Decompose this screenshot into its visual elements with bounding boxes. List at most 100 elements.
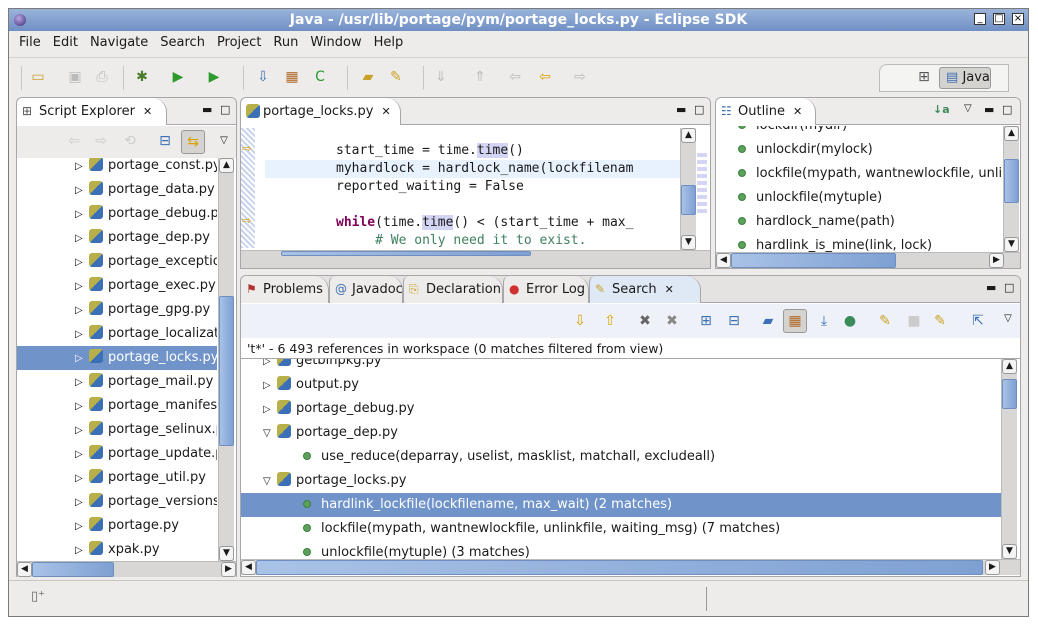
scroll-right-icon[interactable]: ▶	[985, 560, 1000, 575]
up-icon[interactable]: ⟲	[121, 132, 139, 150]
expand-triangle-icon[interactable]: ▷	[75, 467, 89, 491]
expand-triangle-icon[interactable]: ▷	[75, 179, 89, 203]
editor-vertical-scrollbar[interactable]: ▲ ▼	[680, 128, 696, 250]
close-window-button[interactable]: ×	[1012, 13, 1024, 25]
minimize-icon[interactable]: ▬	[202, 103, 212, 116]
tree-item[interactable]: ▷ portage_gpg.py	[17, 298, 217, 322]
outline-item[interactable]: lockdir(mydir)	[738, 126, 847, 138]
previous-annotation-icon[interactable]: ⇑	[471, 68, 489, 86]
tab-outline[interactable]: ☷ Outline ✕	[716, 98, 816, 125]
search-result-row[interactable]: ▷ portage_debug.py	[241, 397, 1001, 421]
expand-triangle-icon[interactable]: ▷	[75, 419, 89, 443]
open-type-icon[interactable]: ▰	[359, 68, 377, 86]
expand-triangle-icon[interactable]: ▷	[263, 398, 277, 422]
outline-item[interactable]: unlockdir(mylock)	[738, 138, 873, 162]
fast-view-icon[interactable]: ▯⁺	[31, 589, 45, 604]
scroll-thumb[interactable]	[1004, 159, 1019, 203]
scroll-left-icon[interactable]: ◀	[716, 253, 731, 268]
expand-triangle-icon[interactable]: ▷	[75, 275, 89, 299]
forward-icon[interactable]: ⇨	[92, 132, 110, 150]
view-menu-icon[interactable]: ▽	[999, 310, 1017, 328]
expand-triangle-icon[interactable]: ▷	[75, 371, 89, 395]
expand-triangle-icon[interactable]: ▷	[75, 395, 89, 419]
debug-icon[interactable]: ✱	[133, 68, 151, 86]
search-horizontal-scrollbar[interactable]: ◀ ▶	[241, 559, 1020, 575]
expand-triangle-icon[interactable]: ▷	[263, 374, 277, 398]
scroll-thumb[interactable]	[281, 251, 531, 256]
scroll-thumb[interactable]	[1002, 379, 1017, 409]
scroll-up-icon[interactable]: ▲	[1004, 126, 1019, 141]
expand-triangle-icon[interactable]: ▷	[75, 323, 89, 347]
outline-vertical-scrollbar[interactable]: ▲ ▼	[1003, 126, 1019, 252]
tab-script-explorer[interactable]: ⊞ Script Explorer ✕	[17, 98, 167, 125]
menu-file[interactable]: File	[9, 32, 47, 54]
tab-search[interactable]: ✎ Search ✕	[589, 276, 701, 303]
search-icon[interactable]: ✎	[387, 68, 405, 86]
scroll-up-icon[interactable]: ▲	[219, 158, 234, 173]
expand-triangle-icon[interactable]: ▷	[75, 443, 89, 467]
menu-help[interactable]: Help	[368, 32, 410, 54]
scroll-right-icon[interactable]: ▶	[989, 253, 1004, 268]
pin-view-icon[interactable]: ⇱	[969, 312, 987, 330]
menu-run[interactable]: Run	[267, 32, 304, 54]
menu-navigate[interactable]: Navigate	[84, 32, 154, 54]
search-result-row[interactable]: unlockfile(mytuple) (3 matches)	[241, 541, 1001, 559]
close-icon[interactable]: ✕	[381, 105, 390, 118]
link-with-editor-icon[interactable]: ⇆	[181, 130, 205, 154]
expand-triangle-icon[interactable]: ▷	[75, 203, 89, 227]
expand-all-icon[interactable]: ⊞	[697, 312, 715, 330]
outline-item[interactable]: unlockfile(mytuple)	[738, 186, 882, 210]
search-result-row[interactable]: ▷ output.py	[241, 373, 1001, 397]
maximize-icon[interactable]: □	[220, 103, 230, 116]
tree-item[interactable]: ▷ portage_locks.py	[17, 346, 217, 370]
scroll-thumb[interactable]	[731, 253, 896, 268]
new-project-icon[interactable]: ⇩	[254, 68, 272, 86]
expand-triangle-icon[interactable]: ▽	[263, 470, 277, 494]
scroll-down-icon[interactable]: ▼	[219, 546, 234, 561]
minimize-icon[interactable]: ▬	[986, 281, 996, 294]
scroll-right-icon[interactable]: ▶	[221, 562, 236, 577]
maximize-window-button[interactable]: □	[993, 13, 1005, 25]
close-icon[interactable]: ✕	[793, 105, 802, 118]
next-annotation-icon[interactable]: ⇓	[432, 68, 450, 86]
pin-search-icon[interactable]: ✎	[876, 312, 894, 330]
editor-horizontal-scrollbar[interactable]	[241, 250, 710, 268]
collapse-all-icon[interactable]: ⊟	[725, 312, 743, 330]
back-icon[interactable]: ⇦	[65, 132, 83, 150]
menu-project[interactable]: Project	[211, 32, 267, 54]
sort-alphabetically-icon[interactable]: ↓a	[933, 103, 950, 116]
expand-triangle-icon[interactable]: ▷	[75, 299, 89, 323]
minimize-window-button[interactable]: _	[974, 13, 986, 25]
minimize-icon[interactable]: ▬	[676, 103, 686, 116]
tree-item[interactable]: ▷ portage_localization.py	[17, 322, 217, 346]
close-icon[interactable]: ✕	[143, 105, 152, 118]
expand-triangle-icon[interactable]: ▷	[75, 251, 89, 275]
scroll-up-icon[interactable]: ▲	[1002, 359, 1017, 374]
open-perspective-icon[interactable]: ⊞	[915, 68, 933, 86]
expand-triangle-icon[interactable]: ▷	[75, 491, 89, 515]
maximize-icon[interactable]: □	[694, 103, 704, 116]
back-icon[interactable]: ⇦	[536, 68, 554, 86]
expand-triangle-icon[interactable]: ▷	[75, 227, 89, 251]
tab-portage-locks[interactable]: portage_locks.py ✕	[241, 98, 401, 125]
scroll-thumb[interactable]	[32, 562, 114, 577]
show-as-folder-icon[interactable]: ▰	[759, 312, 777, 330]
scroll-thumb[interactable]	[681, 185, 696, 215]
tree-item[interactable]: ▷ portage_util.py	[17, 466, 217, 490]
search-result-row[interactable]: ▽ portage_dep.py	[241, 421, 1001, 445]
outline-item[interactable]: hardlink_is_mine(link, lock)	[738, 234, 932, 252]
tree-item[interactable]: ▷ portage_exception.py	[17, 250, 217, 274]
tab-problems[interactable]: ⚑ Problems	[241, 276, 329, 303]
outline-item[interactable]: lockfile(mypath, wantnewlockfile, unlink…	[738, 162, 1003, 186]
scroll-down-icon[interactable]: ▼	[1002, 544, 1017, 559]
maximize-icon[interactable]: □	[1004, 281, 1014, 294]
scroll-left-icon[interactable]: ◀	[17, 562, 32, 577]
scroll-down-icon[interactable]: ▼	[1004, 237, 1019, 252]
maximize-icon[interactable]: □	[1002, 103, 1012, 116]
search-result-row[interactable]: lockfile(mypath, wantnewlockfile, unlink…	[241, 517, 1001, 541]
search-result-row[interactable]: hardlink_lockfile(lockfilename, max_wait…	[241, 493, 1001, 517]
group-icon[interactable]: ●	[841, 312, 859, 330]
explorer-vertical-scrollbar[interactable]: ▲ ▼	[218, 158, 234, 561]
scroll-thumb[interactable]	[256, 560, 983, 575]
scroll-down-icon[interactable]: ▼	[681, 235, 696, 250]
